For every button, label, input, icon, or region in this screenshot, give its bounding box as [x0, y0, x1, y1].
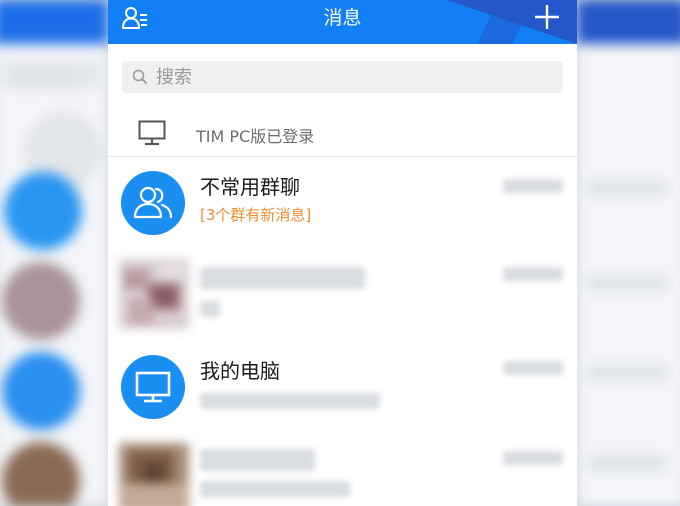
conversation-name: 不常用群聊	[200, 175, 300, 199]
monitor-icon	[135, 371, 171, 403]
conversation-item[interactable]: 我的电脑	[108, 341, 577, 433]
blurred-background-left	[0, 0, 108, 506]
search-icon	[132, 69, 148, 85]
conversation-preview: [3个群有新消息]	[200, 206, 312, 224]
conversation-name: 我的电脑	[200, 359, 280, 383]
blurred-preview	[200, 393, 380, 409]
blurred-name	[200, 267, 365, 289]
blurred-avatar	[119, 443, 189, 506]
blurred-preview	[200, 481, 350, 497]
my-computer-avatar	[121, 355, 185, 419]
blurred-timestamp	[503, 179, 563, 193]
blurred-timestamp	[503, 361, 563, 375]
conversation-item[interactable]	[108, 433, 577, 506]
page-title: 消息	[323, 7, 362, 29]
plus-icon	[535, 5, 559, 29]
search-input[interactable]	[154, 65, 518, 89]
blurred-timestamp	[503, 267, 563, 281]
contacts-button[interactable]	[118, 2, 152, 34]
group-icon	[133, 186, 173, 219]
monitor-icon	[138, 120, 166, 150]
screen: 消息 搜索 TIM PC版已登录 不常用群聊 [3个群有新消息] 我的电脑	[0, 0, 680, 506]
top-bar: 消息	[108, 0, 577, 44]
conversation-item[interactable]: 不常用群聊 [3个群有新消息]	[108, 157, 577, 249]
add-button[interactable]	[531, 1, 563, 33]
pc-login-text: TIM PC版已登录	[196, 127, 315, 146]
messages-screen: 消息 搜索 TIM PC版已登录 不常用群聊 [3个群有新消息] 我的电脑	[108, 0, 577, 506]
pc-login-status[interactable]: TIM PC版已登录	[108, 108, 577, 157]
blurred-background-right	[577, 0, 680, 506]
blurred-preview	[200, 301, 220, 317]
blurred-name	[200, 449, 315, 471]
blurred-avatar	[119, 259, 189, 329]
search-box[interactable]	[122, 61, 563, 93]
conversation-item[interactable]	[108, 249, 577, 341]
contacts-icon	[122, 7, 147, 29]
group-avatar	[121, 171, 185, 235]
search-bar	[108, 44, 577, 95]
blurred-timestamp	[503, 451, 563, 465]
